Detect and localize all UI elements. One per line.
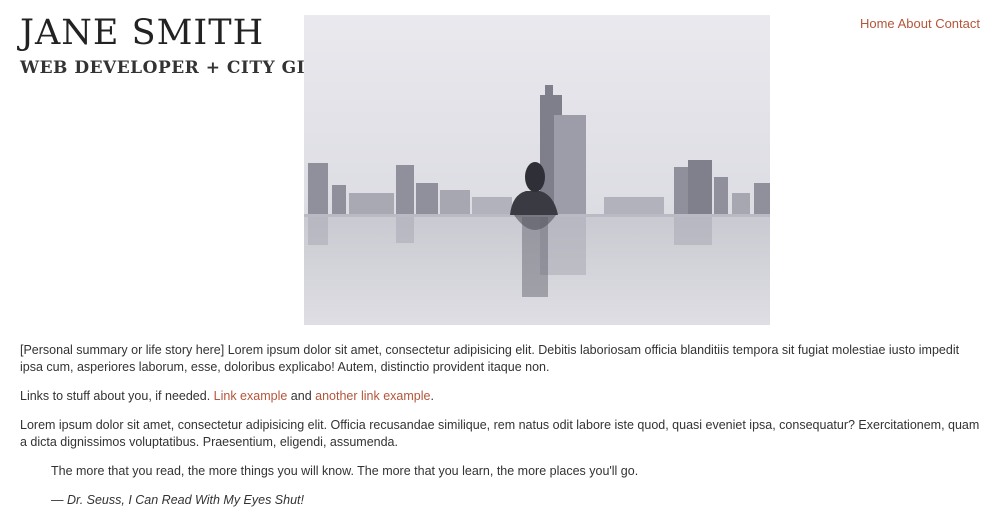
second-paragraph: Lorem ipsum dolor sit amet, consectetur …: [20, 418, 980, 449]
nav-link-about[interactable]: About: [898, 16, 932, 31]
link-example[interactable]: Link example: [214, 389, 288, 403]
links-and-text: and: [287, 389, 316, 403]
quote-block: The more that you read, the more things …: [51, 463, 980, 509]
links-paragraph: Links to stuff about you, if needed. Lin…: [20, 388, 980, 405]
main-content: [Personal summary or life story here] Lo…: [20, 342, 980, 521]
nav-link-home[interactable]: Home: [860, 16, 895, 31]
site-title: JANE SMITH: [20, 13, 265, 53]
summary-paragraph: [Personal summary or life story here] Lo…: [20, 343, 960, 374]
main-nav: Home About Contact: [860, 16, 980, 31]
hero-image: [304, 15, 770, 325]
quote-citation: — Dr. Seuss, I Can Read With My Eyes Shu…: [51, 493, 304, 507]
links-end-text: .: [430, 389, 434, 403]
quote-text: The more that you read, the more things …: [51, 464, 639, 478]
links-intro-text: Links to stuff about you, if needed.: [20, 389, 214, 403]
nav-link-contact[interactable]: Contact: [935, 16, 980, 31]
site-tagline: WEB DEVELOPER + CITY GIRL: [20, 58, 333, 78]
another-link-example[interactable]: another link example: [315, 389, 430, 403]
